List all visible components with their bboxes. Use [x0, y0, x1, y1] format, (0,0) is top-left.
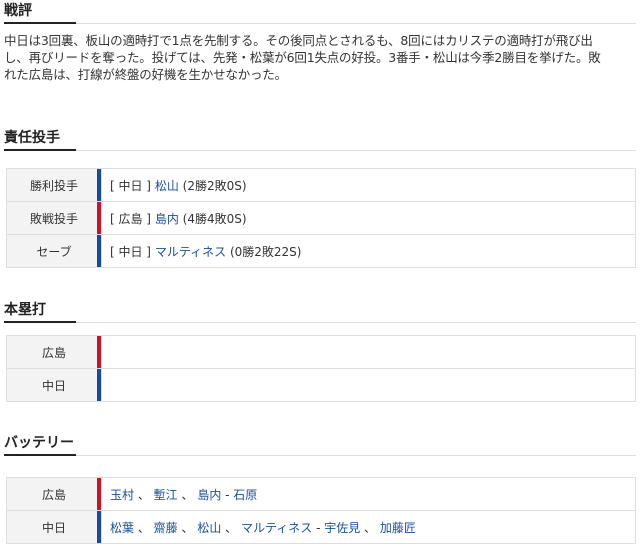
pitchers-table: 勝利投手 [ 中日 ] 松山 (2勝2敗0S) 敗戦投手 [ 広島 ] 島内 (…	[6, 168, 636, 268]
team-color-bar	[97, 511, 101, 543]
player-link[interactable]: 松山	[155, 179, 179, 193]
table-row: 敗戦投手 [ 広島 ] 島内 (4勝4敗0S)	[6, 201, 636, 235]
table-row: 広島 玉村 、 塹江 、 島内 - 石原	[6, 477, 636, 511]
player-link[interactable]: マルティネス	[155, 245, 226, 259]
player-link[interactable]: 加藤匠	[380, 521, 416, 535]
row-value: 松葉 、 齋藤 、 松山 、 マルティネス - 宇佐見 、 加藤匠	[101, 510, 636, 544]
table-row: 勝利投手 [ 中日 ] 松山 (2勝2敗0S)	[6, 168, 636, 202]
row-label: 広島	[6, 335, 102, 369]
separator: -	[221, 487, 234, 502]
review-line: し、再びリードを奪った。投げては、先発・松葉が6回1失点の好投。3番手・松山は今…	[4, 50, 601, 65]
separator: 、	[134, 520, 154, 535]
row-label: 敗戦投手	[6, 201, 102, 235]
row-label: 広島	[6, 477, 102, 511]
row-label: 中日	[6, 510, 102, 544]
review-text: 中日は3回裏、板山の適時打で1点を先制する。その後同点とされるも、8回にはカリス…	[4, 32, 636, 83]
player-link[interactable]: 島内	[155, 212, 179, 226]
separator: 、	[221, 520, 241, 535]
row-value: [ 広島 ] 島内 (4勝4敗0S)	[101, 201, 636, 235]
review-line: れた広島は、打線が終盤の好機を生かせなかった。	[4, 67, 287, 82]
review-title: 戦評	[0, 2, 640, 24]
separator: 、	[360, 520, 380, 535]
player-link[interactable]: マルティネス	[241, 521, 312, 535]
player-link[interactable]: 齋藤	[154, 521, 178, 535]
battery-section: バッテリー 広島 玉村 、 塹江 、 島内 - 石原 中日 松葉 、 齋藤 、 …	[0, 434, 640, 544]
team-name: [ 中日 ]	[110, 178, 151, 193]
team-color-bar	[97, 169, 101, 201]
row-label: 中日	[6, 368, 102, 402]
row-value	[101, 368, 636, 402]
table-row: セーブ [ 中日 ] マルティネス (0勝2敗22S)	[6, 234, 636, 268]
separator: -	[312, 520, 325, 535]
player-link[interactable]: 石原	[233, 488, 257, 502]
team-name: [ 中日 ]	[110, 244, 151, 259]
battery-title: バッテリー	[0, 434, 640, 456]
homeruns-table: 広島 中日	[6, 335, 636, 402]
table-row: 広島	[6, 335, 636, 369]
row-value: [ 中日 ] 松山 (2勝2敗0S)	[101, 168, 636, 202]
row-label: セーブ	[6, 234, 102, 268]
player-link[interactable]: 塹江	[154, 488, 178, 502]
pitchers-section: 責任投手 勝利投手 [ 中日 ] 松山 (2勝2敗0S) 敗戦投手 [ 広島 ]…	[0, 129, 640, 268]
team-color-bar	[97, 202, 101, 234]
team-color-bar	[97, 369, 101, 401]
homeruns-title: 本塁打	[0, 301, 640, 323]
table-row: 中日 松葉 、 齋藤 、 松山 、 マルティネス - 宇佐見 、 加藤匠	[6, 510, 636, 544]
player-link[interactable]: 玉村	[110, 488, 134, 502]
separator: 、	[134, 487, 154, 502]
battery-table: 広島 玉村 、 塹江 、 島内 - 石原 中日 松葉 、 齋藤 、 松山 、 マ…	[6, 477, 636, 544]
team-color-bar	[97, 336, 101, 368]
player-link[interactable]: 松葉	[110, 521, 134, 535]
separator: 、	[177, 520, 198, 535]
row-value: [ 中日 ] マルティネス (0勝2敗22S)	[101, 234, 636, 268]
player-link[interactable]: 島内	[197, 488, 221, 502]
table-row: 中日	[6, 368, 636, 402]
team-name: [ 広島 ]	[110, 211, 151, 226]
review-line: 中日は3回裏、板山の適時打で1点を先制する。その後同点とされるも、8回にはカリス…	[4, 33, 593, 48]
homeruns-section: 本塁打 広島 中日	[0, 301, 640, 402]
pitchers-title: 責任投手	[0, 129, 640, 151]
row-label: 勝利投手	[6, 168, 102, 202]
player-link[interactable]: 松山	[197, 521, 221, 535]
row-value	[101, 335, 636, 369]
review-section: 戦評 中日は3回裏、板山の適時打で1点を先制する。その後同点とされるも、8回には…	[0, 2, 640, 83]
player-stats: (4勝4敗0S)	[182, 211, 247, 226]
player-stats: (2勝2敗0S)	[182, 178, 247, 193]
row-value: 玉村 、 塹江 、 島内 - 石原	[101, 477, 636, 511]
team-color-bar	[97, 478, 101, 510]
separator: 、	[177, 487, 198, 502]
player-link[interactable]: 宇佐見	[324, 521, 360, 535]
team-color-bar	[97, 235, 101, 267]
player-stats: (0勝2敗22S)	[229, 244, 302, 259]
